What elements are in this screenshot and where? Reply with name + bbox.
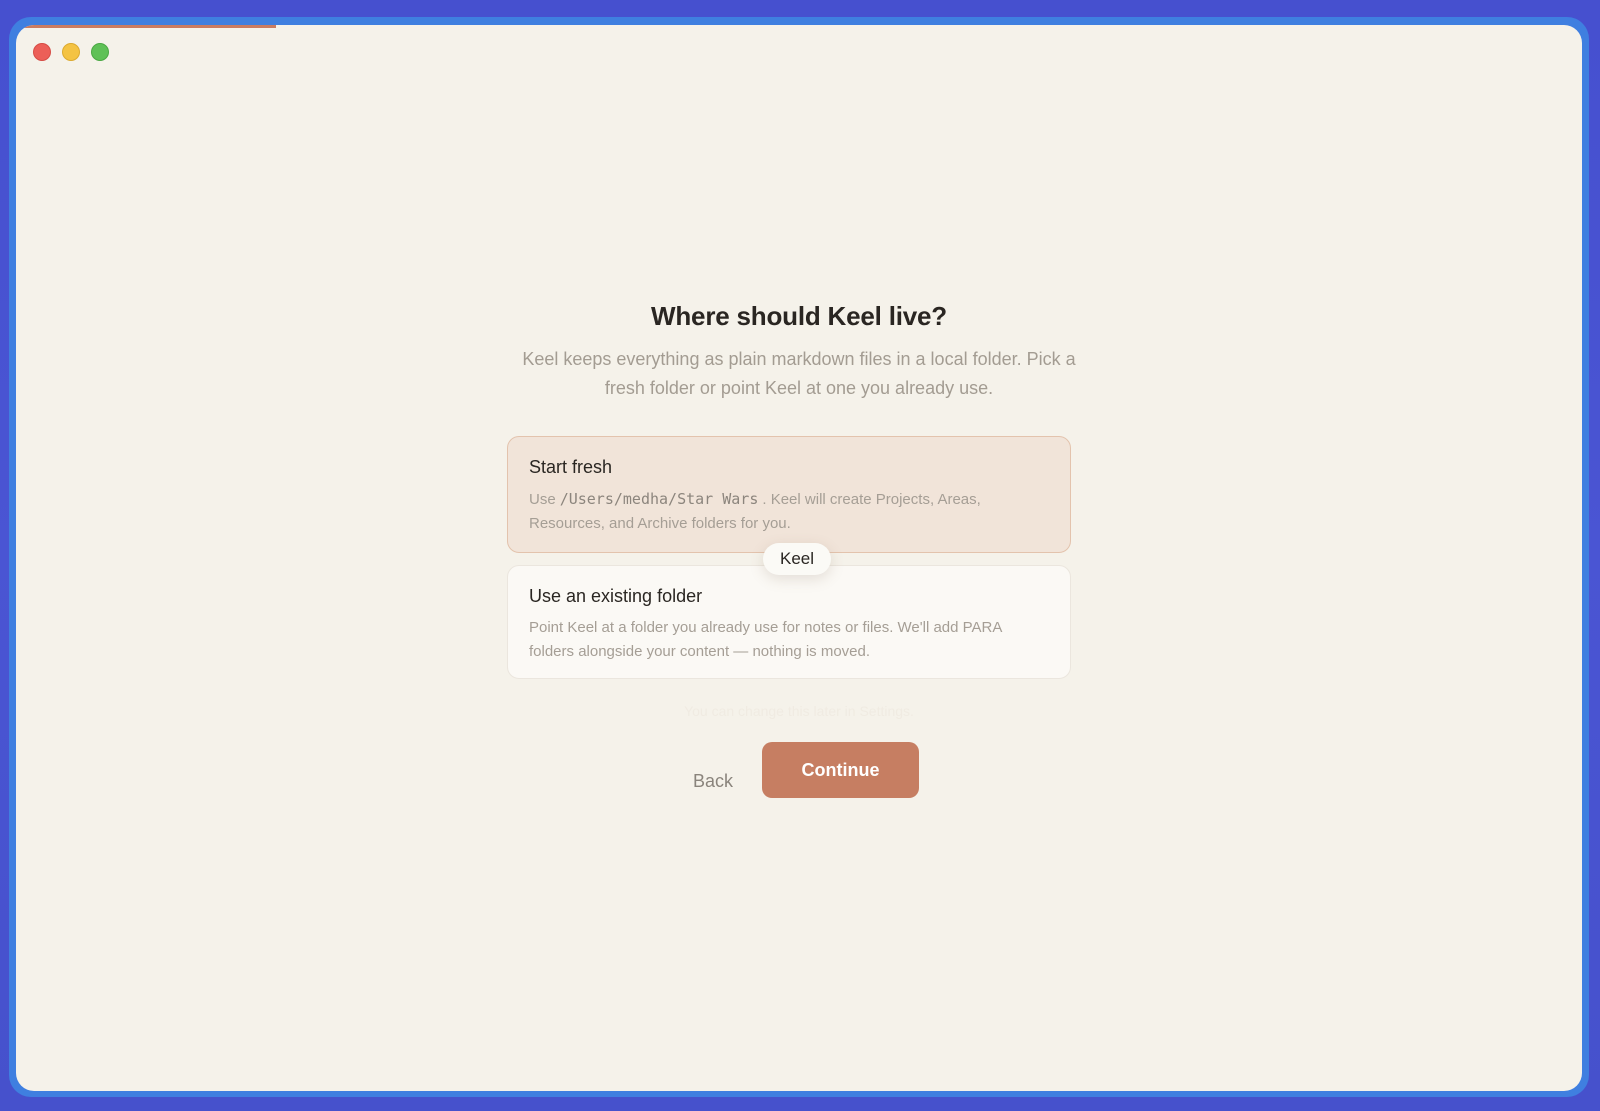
tooltip: Keel <box>763 543 832 575</box>
option-start-fresh[interactable]: Start fresh Use/Users/medha/Star Wars. K… <box>507 436 1071 553</box>
back-button[interactable]: Back <box>671 759 755 803</box>
page-title: Where should Keel live? <box>651 301 947 331</box>
option-existing-folder[interactable]: Use an existing folder Point Keel at a f… <box>507 565 1071 679</box>
option-title: Use an existing folder <box>529 586 703 606</box>
option-title: Start fresh <box>529 457 613 477</box>
option-description: Use/Users/medha/Star Wars. Keel will cre… <box>529 487 1049 536</box>
onboarding-step: Where should Keel live? Keel keeps every… <box>16 25 1582 1091</box>
continue-button[interactable]: Continue <box>762 742 919 798</box>
settings-note: You can change this later in Settings. <box>684 703 914 719</box>
folder-path: /Users/medha/Star Wars <box>559 490 759 508</box>
page-subtitle: Keel keeps everything as plain markdown … <box>522 349 1076 398</box>
app-window: Where should Keel live? Keel keeps every… <box>16 25 1582 1091</box>
option-desc-prefix: Use <box>529 491 556 508</box>
option-description: Point Keel at a folder you already use f… <box>529 619 1002 660</box>
